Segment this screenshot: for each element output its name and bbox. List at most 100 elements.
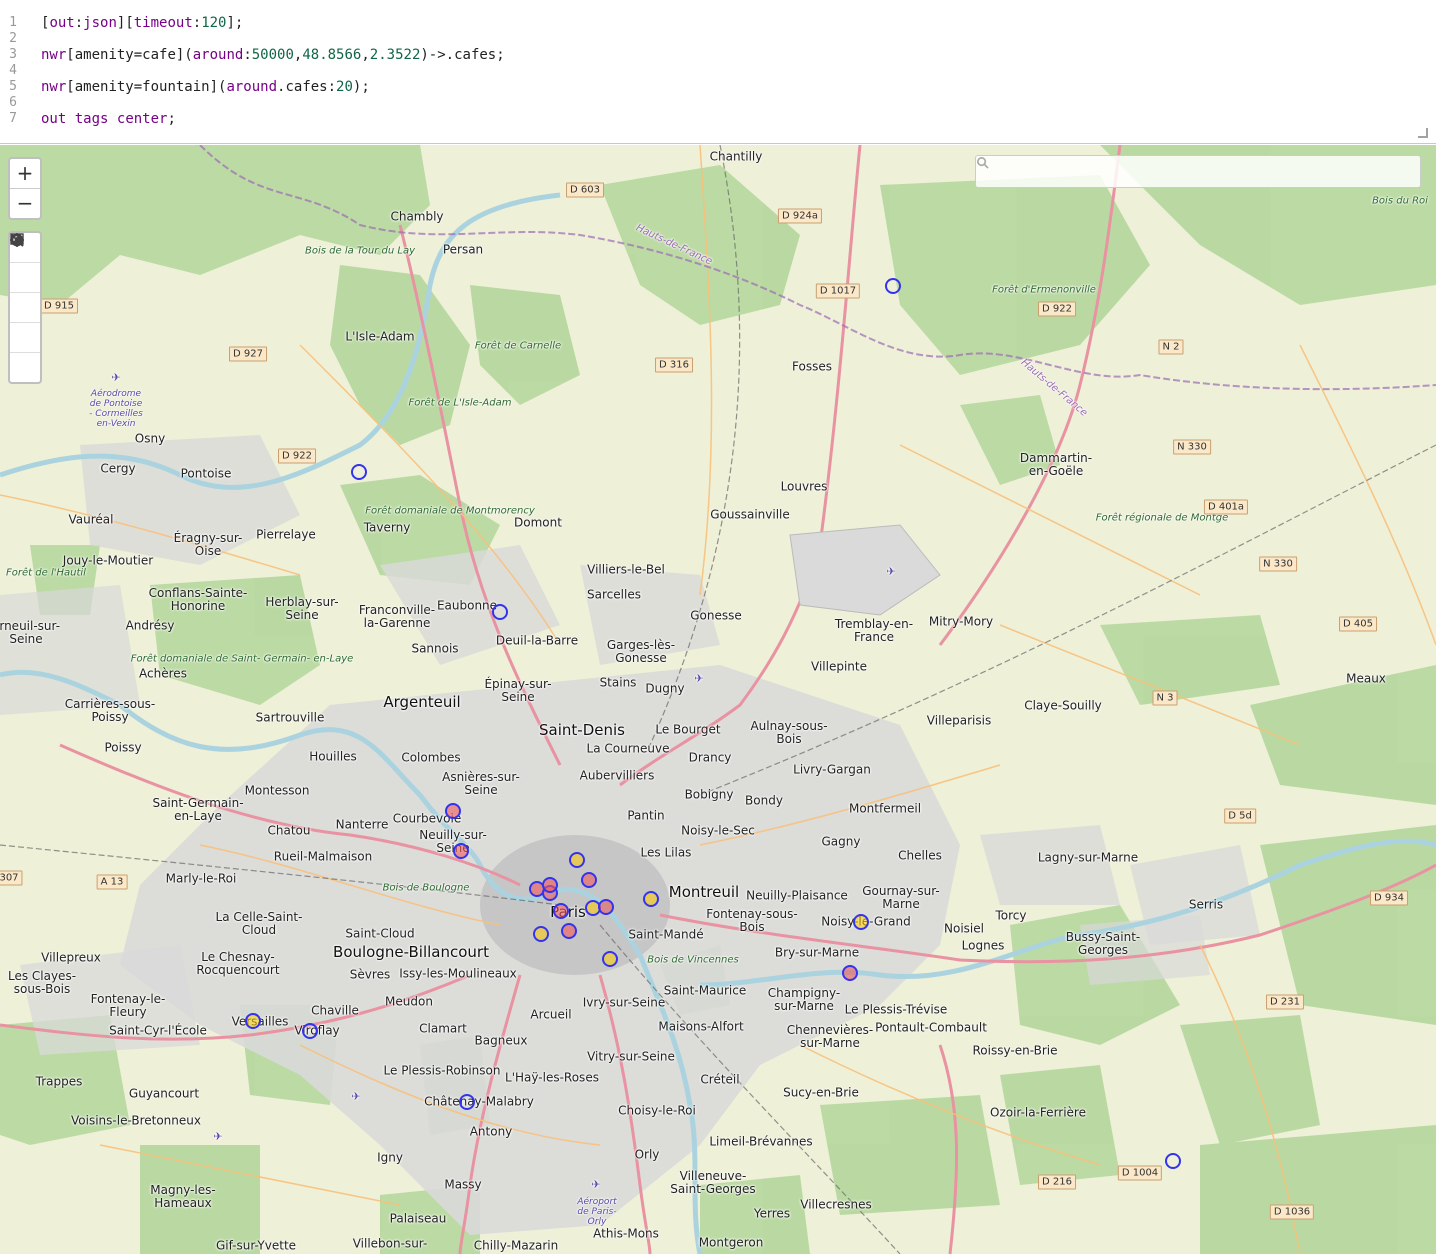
forest-label: Bois de Vincennes [647, 954, 739, 966]
place-label: Rueil-Malmaison [273, 849, 373, 864]
place-label: Pontault-Combault [875, 1020, 987, 1035]
result-marker[interactable] [581, 872, 597, 888]
line-number: 6 [9, 95, 17, 110]
place-label: Saint-Cyr-l'École [109, 1023, 207, 1038]
road-shield: D 1017 [815, 283, 861, 299]
place-label: Neuilly-Plaisance [746, 888, 848, 903]
place-label: Les Lilas [640, 845, 692, 860]
code-line[interactable]: out tags center; [41, 111, 176, 127]
result-marker[interactable] [569, 852, 585, 868]
place-label: Argenteuil [383, 692, 461, 711]
clear-button[interactable] [10, 233, 40, 382]
place-label: Torcy [995, 908, 1027, 923]
result-marker[interactable] [351, 464, 367, 480]
map-search-input[interactable] [1004, 156, 1408, 189]
result-marker[interactable] [302, 1023, 318, 1039]
result-marker[interactable] [598, 899, 614, 915]
search-icon [977, 157, 989, 169]
resize-handle[interactable] [1418, 128, 1428, 138]
place-label: Le Chesnay- Rocquencourt [196, 949, 280, 977]
result-marker[interactable] [542, 877, 558, 893]
result-marker[interactable] [643, 891, 659, 907]
zoom-out-button[interactable]: − [10, 188, 40, 218]
airplane-icon: ✈ [351, 1089, 361, 1103]
result-marker[interactable] [561, 923, 577, 939]
place-label: Noisy-le-Sec [681, 823, 755, 838]
place-label: Montreuil [668, 882, 740, 901]
line-number: 1 [9, 15, 17, 30]
place-label: Vitry-sur-Seine [587, 1049, 675, 1064]
place-label: Villeneuve- Saint-Georges [670, 1168, 756, 1196]
result-marker[interactable] [459, 1094, 475, 1110]
place-label: Bry-sur-Marne [774, 945, 860, 960]
export-image-button[interactable] [10, 233, 40, 322]
road-shield: D 922 [1038, 301, 1076, 317]
result-marker[interactable] [245, 1013, 261, 1029]
query-editor[interactable]: 1 2 3 4 5 6 7 [out:json][timeout:120]; n… [0, 0, 1436, 144]
place-label: Villepreux [41, 950, 101, 965]
airplane-icon: ✈ [694, 671, 704, 685]
result-marker[interactable] [453, 843, 469, 859]
place-label: Saint-Mandé [628, 927, 704, 942]
code-line[interactable]: nwr[amenity=fountain](around.cafes:20); [41, 79, 370, 95]
result-marker[interactable] [1165, 1153, 1181, 1169]
place-label: Sannois [411, 641, 459, 656]
map-view[interactable]: Bois de la Tour du Lay Forêt de Carnelle… [0, 145, 1436, 1254]
code-line[interactable]: nwr[amenity=cafe](around:50000,48.8566,2… [41, 47, 505, 63]
place-label: Saint-Germain- en-Laye [152, 795, 244, 823]
place-label: Bussy-Saint- Georges [1065, 929, 1141, 957]
road-shield: D 1004 [1117, 1165, 1163, 1181]
result-marker[interactable] [885, 278, 901, 294]
place-label: Champigny- sur-Marne [767, 985, 841, 1013]
place-label: Chatou [267, 823, 311, 838]
result-marker[interactable] [492, 604, 508, 620]
road-shield: D 5d [1224, 808, 1256, 824]
place-label: Stains [599, 675, 637, 690]
place-label: Cergy [100, 461, 136, 476]
result-marker[interactable] [445, 803, 461, 819]
place-label: Gonesse [690, 608, 742, 623]
place-label: Tremblay-en- France [834, 616, 914, 644]
place-label: Goussainville [710, 507, 790, 522]
place-label: Villecresnes [800, 1197, 872, 1212]
line-number-gutter: 1 2 3 4 5 6 7 [0, 0, 30, 143]
place-label: Eaubonne [436, 598, 498, 613]
zoom-in-button[interactable]: + [10, 159, 40, 188]
road-shield: D 934 [1370, 890, 1408, 906]
road-shield: D 603 [566, 182, 604, 198]
place-label: Deuil-la-Barre [495, 633, 579, 648]
place-label: Saint-Maurice [663, 983, 747, 998]
road-shield: D 216 [1038, 1174, 1076, 1190]
place-label: Taverny [363, 520, 411, 535]
place-label: Meaux [1346, 671, 1386, 686]
road-shield: 307 [0, 870, 23, 886]
place-label: Herblay-sur- Seine [265, 594, 339, 622]
place-label: Chambly [390, 209, 444, 224]
result-marker[interactable] [842, 965, 858, 981]
place-label: Clamart [419, 1021, 467, 1036]
place-label: Fontenay-le- Fleury [90, 991, 166, 1019]
locate-button[interactable] [10, 233, 40, 292]
airport-label: Aérodrome de Pontoise - Cormeilles en-Ve… [89, 389, 143, 429]
result-marker[interactable] [602, 951, 618, 967]
place-label: Sucy-en-Brie [783, 1085, 859, 1100]
place-label: Trappes [35, 1074, 83, 1089]
place-label: Saint-Cloud [345, 926, 415, 941]
result-marker[interactable] [553, 903, 569, 919]
code-line[interactable]: [out:json][timeout:120]; [41, 15, 243, 31]
place-label: Osny [134, 431, 166, 446]
forest-label: Bois du Roi [1372, 195, 1428, 207]
reset-button[interactable] [10, 234, 40, 352]
place-label: Gournay-sur- Marne [862, 883, 940, 911]
place-label: Houilles [309, 749, 357, 764]
place-label: Dammartin- en-Goële [1019, 450, 1093, 478]
place-label: Les Clayes- sous-Bois [7, 968, 77, 996]
result-marker[interactable] [533, 926, 549, 942]
result-marker[interactable] [853, 914, 869, 930]
place-label: Épinay-sur- Seine [484, 676, 552, 704]
forest-label: Forêt de l'Hautil [6, 567, 86, 579]
road-shield: A 13 [96, 874, 128, 890]
place-label: Ivry-sur-Seine [582, 995, 666, 1010]
place-label: Maisons-Alfort [658, 1019, 744, 1034]
place-label: Éragny-sur- Oise [173, 530, 243, 558]
